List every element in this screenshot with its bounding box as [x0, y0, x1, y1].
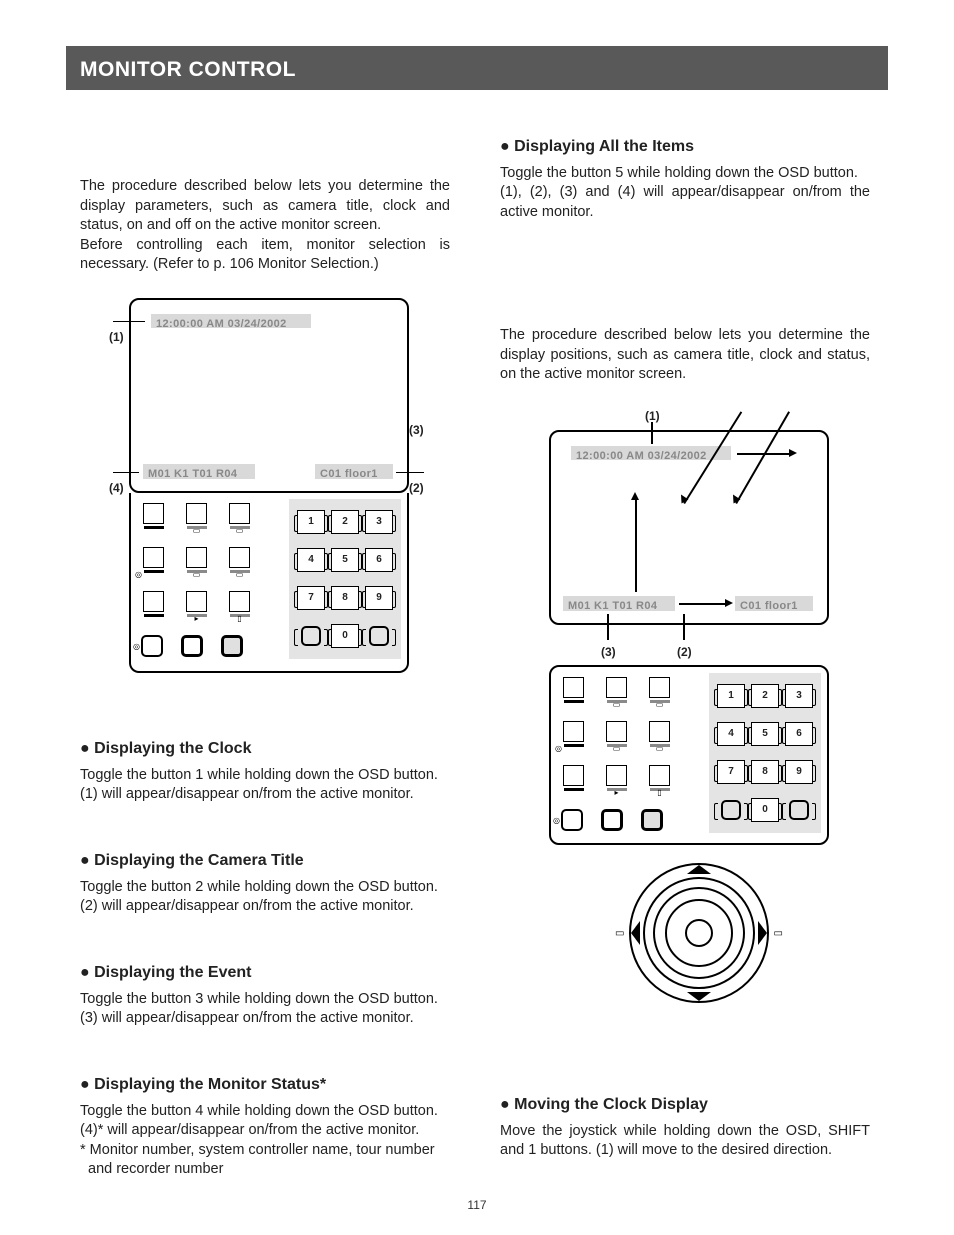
numeric-panel: 1 2 3 4 5 6 7 8 9 0 [289, 499, 401, 659]
osd-control-intro-1: The procedure described below lets you d… [80, 177, 450, 236]
fn-key [649, 677, 670, 698]
osd-pos-intro: The procedure described below lets you d… [500, 326, 870, 385]
fn-key [143, 503, 164, 524]
num-1[interactable]: 1 [717, 684, 745, 708]
num-6[interactable]: 6 [365, 548, 393, 572]
left-diagram: 12:00:00 AM 03/24/2002 (1) M01 K1 T01 R0… [129, 298, 429, 673]
clock-heading: ● Displaying the Clock [80, 738, 450, 760]
label-status-2: M01 K1 T01 R04 [563, 596, 675, 611]
label-clock: 12:00:00 AM 03/24/2002 [151, 314, 311, 328]
callout-r1: (1) [645, 408, 660, 424]
fn-key [606, 765, 627, 786]
fn-key [649, 765, 670, 786]
callout-4: (4) [109, 480, 124, 496]
osd-pos-heading: ■ On-screen Display (OSD) Position Contr… [500, 285, 870, 308]
num-7[interactable]: 7 [297, 586, 325, 610]
num-9[interactable]: 9 [365, 586, 393, 610]
event-heading: ● Displaying the Event [80, 962, 450, 984]
monstatus-heading: ● Displaying the Monitor Status* [80, 1074, 450, 1096]
right-diagram: 12:00:00 AM 03/24/2002 (1) M01 K1 T01 R0… [549, 430, 849, 1003]
label-status: M01 K1 T01 R04 [143, 464, 255, 479]
fn-key [229, 591, 250, 612]
all-heading: ● Displaying All the Items [500, 136, 870, 158]
callout-r2: (2) [677, 644, 692, 660]
monitor-screen: 12:00:00 AM 03/24/2002 (1) M01 K1 T01 R0… [129, 298, 409, 493]
fn-key [606, 721, 627, 742]
event-p1: Toggle the button 3 while holding down t… [80, 990, 450, 1010]
all-p1: Toggle the button 5 while holding down t… [500, 164, 870, 184]
fn-key [186, 503, 207, 524]
fn-key [181, 635, 203, 657]
num-8[interactable]: 8 [331, 586, 359, 610]
page-header: MONITOR CONTROL [66, 46, 888, 90]
joystick-icon: ▭ ▭ [629, 863, 769, 1003]
callout-2: (2) [409, 480, 424, 496]
fn-key [229, 503, 250, 524]
num-4[interactable]: 4 [717, 722, 745, 746]
fn-key [186, 591, 207, 612]
num-7[interactable]: 7 [717, 760, 745, 784]
all-p2: (1), (2), (3) and (4) will appear/disapp… [500, 183, 870, 222]
fn-key [221, 635, 243, 657]
callout-1: (1) [109, 329, 124, 345]
keypad-panel-2: ▭ ▭ ◎ ▭ ▭ ▸ ▯ ◎ 1 2 3 4 5 6 [549, 665, 829, 845]
keypad-panel: ▭ ▭ ◎ ▭ ▭ ▸ ▯ ◎ 1 2 3 4 5 [129, 493, 409, 673]
monitor-screen-2: 12:00:00 AM 03/24/2002 (1) M01 K1 T01 R0… [549, 430, 829, 625]
camtitle-heading: ● Displaying the Camera Title [80, 850, 450, 872]
num-9[interactable]: 9 [785, 760, 813, 784]
monstatus-p3: * Monitor number, system controller name… [80, 1141, 450, 1180]
fn-key [606, 677, 627, 698]
callout-r3: (3) [601, 644, 616, 660]
num-2[interactable]: 2 [751, 684, 779, 708]
fn-key [649, 721, 670, 742]
num-6[interactable]: 6 [785, 722, 813, 746]
move-clock-heading: ● Moving the Clock Display [500, 1094, 870, 1116]
event-p2: (3) will appear/disappear on/from the ac… [80, 1009, 450, 1029]
clock-p2: (1) will appear/disappear on/from the ac… [80, 785, 450, 805]
fn-key [143, 547, 164, 568]
num-3[interactable]: 3 [785, 684, 813, 708]
numeric-panel-2: 1 2 3 4 5 6 7 8 9 0 [709, 673, 821, 833]
num-0[interactable]: 0 [331, 624, 359, 648]
osd-control-heading: ■ On-screen Display (OSD) Control [80, 136, 450, 159]
label-camtitle-2: C01 floor1 [735, 596, 813, 611]
num-8[interactable]: 8 [751, 760, 779, 784]
monstatus-p2: (4)* will appear/disappear on/from the a… [80, 1121, 450, 1141]
num-5[interactable]: 5 [331, 548, 359, 572]
label-camtitle: C01 floor1 [315, 464, 393, 479]
num-3[interactable]: 3 [365, 510, 393, 534]
fn-key [229, 547, 250, 568]
num-0[interactable]: 0 [751, 798, 779, 822]
fn-key [563, 721, 584, 742]
monstatus-p1: Toggle the button 4 while holding down t… [80, 1102, 450, 1122]
fn-key [141, 635, 163, 657]
callout-3: (3) [409, 422, 424, 438]
num-5[interactable]: 5 [751, 722, 779, 746]
fn-key [186, 547, 207, 568]
fn-key [563, 677, 584, 698]
left-column: ■ On-screen Display (OSD) Control The pr… [80, 136, 450, 275]
osd-control-intro-2: Before controlling each item, monitor se… [80, 236, 450, 275]
fn-key [563, 765, 584, 786]
page-number: 117 [0, 1197, 954, 1213]
num-2[interactable]: 2 [331, 510, 359, 534]
num-4[interactable]: 4 [297, 548, 325, 572]
camtitle-p2: (2) will appear/disappear on/from the ac… [80, 897, 450, 917]
fn-key [143, 591, 164, 612]
num-1[interactable]: 1 [297, 510, 325, 534]
label-clock-2: 12:00:00 AM 03/24/2002 [571, 446, 731, 460]
clock-p1: Toggle the button 1 while holding down t… [80, 766, 450, 786]
camtitle-p1: Toggle the button 2 while holding down t… [80, 878, 450, 898]
move-clock-p1: Move the joystick while holding down the… [500, 1122, 870, 1161]
